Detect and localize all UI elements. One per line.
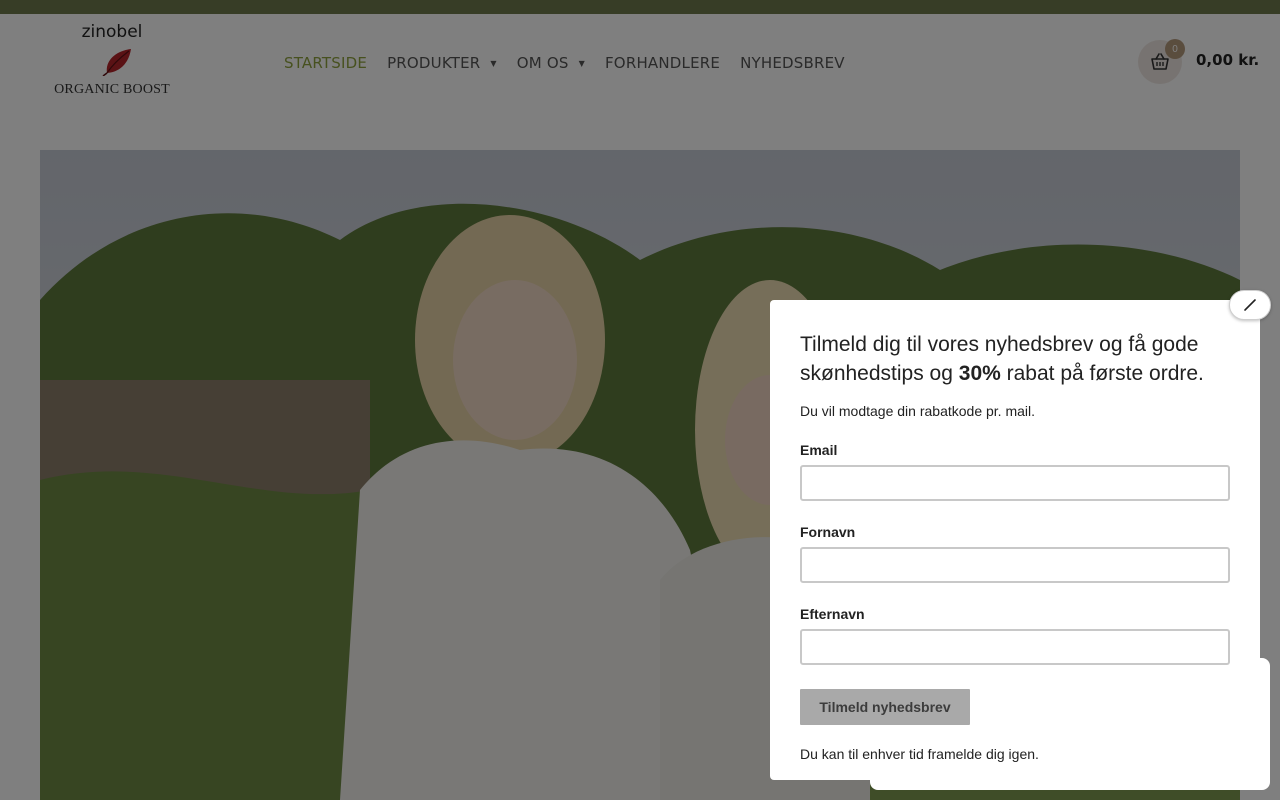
popup-title-text-end: rabat på første ordre. bbox=[1000, 362, 1204, 385]
popup-subtitle: Du vil modtage din rabatkode pr. mail. bbox=[800, 403, 1036, 419]
first-name-label: Fornavn bbox=[800, 524, 856, 540]
popup-title: Tilmeld dig til vores nyhedsbrev og få g… bbox=[800, 330, 1230, 388]
newsletter-popup: Tilmeld dig til vores nyhedsbrev og få g… bbox=[770, 300, 1260, 780]
subscribe-button[interactable]: Tilmeld nyhedsbrev bbox=[800, 689, 970, 725]
email-field[interactable] bbox=[800, 465, 1230, 501]
popup-close-button[interactable] bbox=[1229, 290, 1271, 320]
last-name-field[interactable] bbox=[800, 629, 1230, 665]
last-name-label: Efternavn bbox=[800, 606, 865, 622]
popup-title-discount: 30% bbox=[958, 362, 1001, 385]
first-name-field[interactable] bbox=[800, 547, 1230, 583]
popup-footer-note: Du kan til enhver tid framelde dig igen. bbox=[800, 746, 1039, 762]
email-label: Email bbox=[800, 442, 838, 458]
close-icon bbox=[1244, 299, 1256, 311]
